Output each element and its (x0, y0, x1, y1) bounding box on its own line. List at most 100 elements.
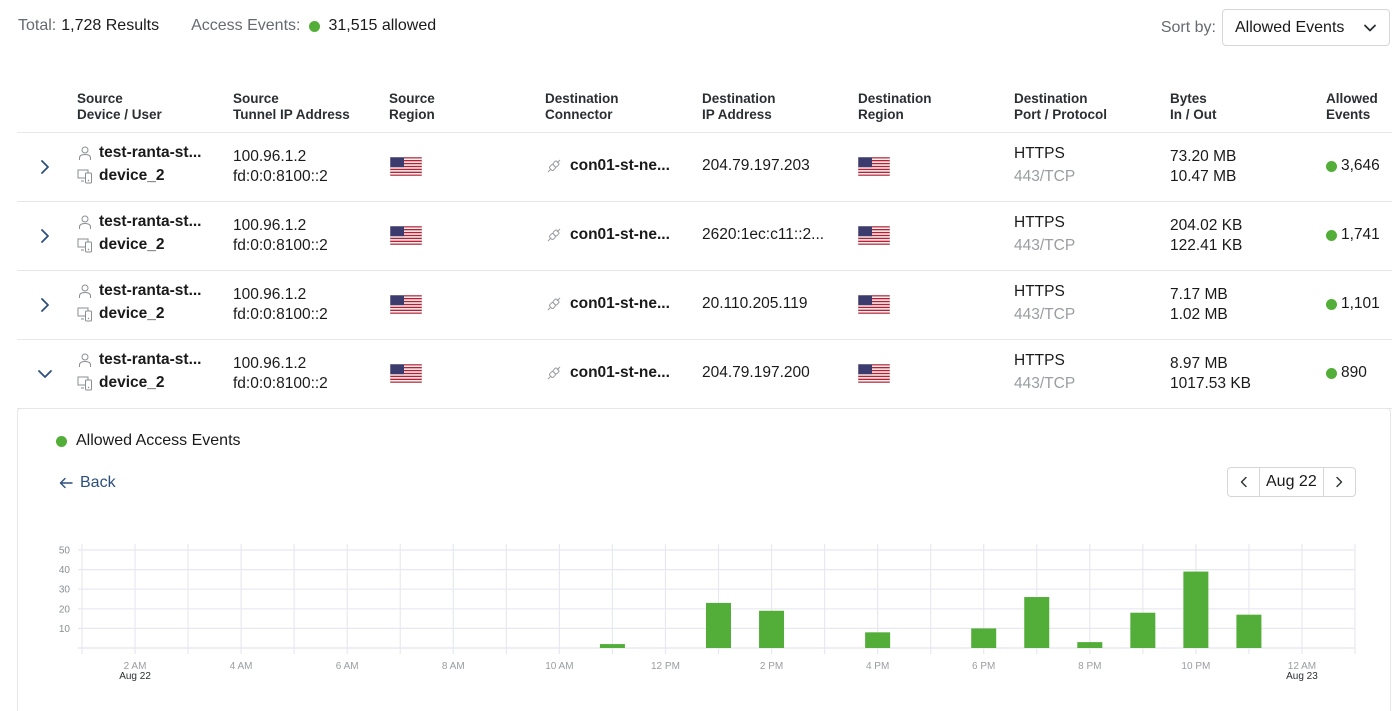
connector-plug-icon (547, 228, 561, 242)
device-name[interactable]: device_2 (99, 236, 165, 254)
bytes-in-out-cell: 8.97 MB 1017.53 KB (1170, 354, 1251, 394)
tunnel-ipv6: fd:0:0:8100::2 (233, 168, 328, 185)
user-name[interactable]: test-ranta-st... (99, 351, 202, 369)
port-number: 443/TCP (1014, 168, 1076, 185)
header-destination-region[interactable]: Destination Region (858, 91, 932, 123)
bytes-in: 73.20 MB (1170, 148, 1237, 165)
port-number: 443/TCP (1014, 306, 1076, 323)
table-row[interactable]: test-ranta-st... device_2 100.96.1.2 fd:… (17, 271, 1392, 340)
allowed-events-count: 1,741 (1341, 226, 1380, 243)
connector-plug-icon (547, 297, 561, 311)
y-tick-label: 30 (59, 585, 71, 596)
protocol-name: HTTPS (1014, 352, 1065, 369)
us-flag-icon (857, 294, 891, 315)
us-flag-icon (857, 363, 891, 384)
x-tick-label: 4 AM (230, 661, 253, 672)
allowed-events-bar-chart: 10203040502 AMAug 224 AM 6 AM 8 AM 10 AM 12 … (59, 544, 1356, 682)
y-tick-label: 40 (59, 565, 71, 576)
legend-label: Allowed Access Events (76, 432, 241, 449)
table-row[interactable]: test-ranta-st... device_2 100.96.1.2 fd:… (17, 133, 1392, 202)
us-flag-icon (389, 156, 423, 177)
source-region-cell (389, 363, 423, 388)
source-region-cell (389, 156, 423, 181)
source-region-cell (389, 225, 423, 250)
destination-ip-cell: 204.79.197.203 (702, 157, 810, 174)
table-header: Source Device / User Source Tunnel IP Addr… (17, 85, 1392, 133)
connector-name[interactable]: con01-st-ne... (570, 226, 670, 244)
next-day-button[interactable] (1324, 468, 1355, 496)
user-name[interactable]: test-ranta-st... (99, 282, 202, 300)
bar-8-pm (1077, 642, 1103, 648)
header-source-region[interactable]: Source Region (389, 91, 435, 123)
bytes-out: 10.47 MB (1170, 168, 1237, 185)
us-flag-icon (389, 363, 423, 384)
connector-name[interactable]: con01-st-ne... (570, 295, 670, 313)
user-icon (79, 353, 91, 367)
allowed-events-cell: 890 (1326, 364, 1367, 382)
back-button[interactable]: Back (58, 474, 116, 492)
table-row[interactable]: test-ranta-st... device_2 100.96.1.2 fd:… (17, 202, 1392, 271)
device-name[interactable]: device_2 (99, 167, 165, 185)
bytes-in: 8.97 MB (1170, 355, 1228, 372)
destination-port-protocol-cell: HTTPS 443/TCP (1014, 281, 1075, 327)
user-name[interactable]: test-ranta-st... (99, 144, 202, 162)
bar-10-pm (1183, 571, 1209, 648)
allowed-status-dot-icon (1326, 160, 1337, 172)
destination-region-cell (857, 363, 891, 388)
device-name[interactable]: device_2 (99, 305, 165, 323)
access-events-value: 31,515 allowed (328, 17, 437, 34)
source-tunnel-ip-cell: 100.96.1.2 fd:0:0:8100::2 (233, 285, 328, 325)
header-source-device-user[interactable]: Source Device / User (77, 91, 162, 123)
allowed-events-cell: 1,741 (1326, 226, 1380, 244)
connector-name[interactable]: con01-st-ne... (570, 364, 670, 382)
header-source-tunnel-ip[interactable]: Source Tunnel IP Address (233, 91, 350, 123)
chevron-right-icon[interactable] (35, 226, 55, 246)
allowed-events-count: 3,646 (1341, 157, 1380, 174)
devices-icon (77, 307, 92, 321)
allowed-legend-dot-icon (56, 435, 67, 447)
x-tick-label: 8 PM (1078, 661, 1101, 672)
allowed-status-dot-icon (1326, 367, 1337, 379)
sort-by-dropdown[interactable]: Allowed Events (1222, 9, 1390, 46)
bar-4-pm (865, 632, 891, 648)
us-flag-icon (389, 225, 423, 246)
x-tick-label: 10 PM (1181, 661, 1210, 672)
connector-plug-icon (547, 366, 561, 380)
us-flag-icon (857, 225, 891, 246)
previous-day-button[interactable] (1228, 468, 1259, 496)
header-destination-ip[interactable]: Destination IP Address (702, 91, 776, 123)
connector-name[interactable]: con01-st-ne... (570, 157, 670, 175)
device-name[interactable]: device_2 (99, 374, 165, 392)
devices-icon (77, 169, 92, 183)
header-destination-connector[interactable]: Destination Connector (545, 91, 619, 123)
source-tunnel-ip-cell: 100.96.1.2 fd:0:0:8100::2 (233, 147, 328, 187)
destination-connector-cell: con01-st-ne... (545, 364, 670, 382)
destination-region-cell (857, 225, 891, 250)
protocol-name: HTTPS (1014, 283, 1065, 300)
chevron-right-icon[interactable] (35, 295, 55, 315)
destination-port-protocol-cell: HTTPS 443/TCP (1014, 350, 1075, 396)
allowed-status-dot-icon (309, 20, 321, 32)
user-name[interactable]: test-ranta-st... (99, 213, 202, 231)
tunnel-ipv6: fd:0:0:8100::2 (233, 375, 328, 392)
allowed-status-dot-icon (1326, 298, 1337, 310)
destination-ip-cell: 204.79.197.200 (702, 364, 810, 381)
header-destination-port-protocol[interactable]: Destination Port / Protocol (1014, 91, 1107, 123)
chevron-down-icon[interactable] (35, 364, 55, 384)
y-tick-label: 10 (59, 624, 71, 635)
header-bytes-in-out[interactable]: Bytes In / Out (1170, 91, 1217, 123)
tunnel-ipv4: 100.96.1.2 (233, 148, 307, 165)
chevron-right-icon[interactable] (35, 157, 55, 177)
destination-port-protocol-cell: HTTPS 443/TCP (1014, 143, 1075, 189)
bytes-out: 1017.53 KB (1170, 375, 1252, 392)
bytes-in: 7.17 MB (1170, 286, 1228, 303)
devices-icon (77, 238, 92, 252)
allowed-events-count: 1,101 (1341, 295, 1380, 312)
user-icon (79, 215, 91, 229)
connector-plug-icon (547, 159, 561, 173)
sort-control: Sort by: Allowed Events (1161, 9, 1390, 46)
destination-ip-cell: 2620:1ec:c11::2... (702, 226, 825, 243)
header-allowed-events[interactable]: Allowed Events (1326, 91, 1378, 123)
table-row[interactable]: test-ranta-st... device_2 100.96.1.2 fd:… (17, 340, 1392, 409)
bytes-in: 204.02 KB (1170, 217, 1243, 234)
